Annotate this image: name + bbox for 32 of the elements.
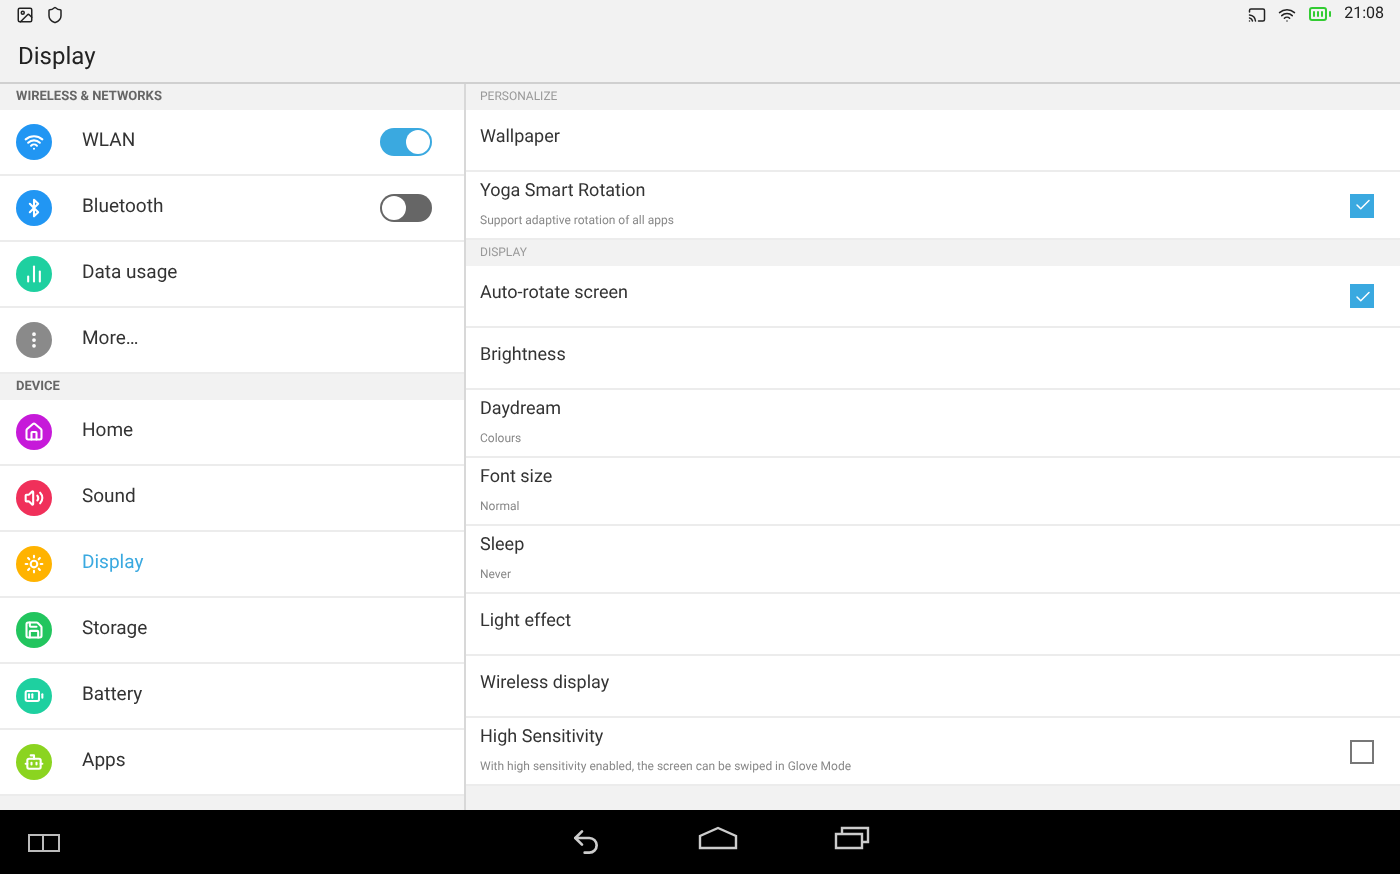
sidebar-item[interactable]: Data usage bbox=[82, 259, 178, 289]
setting-title[interactable]: High Sensitivity bbox=[480, 726, 1350, 754]
sidebar-item[interactable]: Battery bbox=[82, 681, 143, 711]
recent-apps-icon[interactable] bbox=[834, 826, 870, 850]
home-icon[interactable] bbox=[698, 826, 738, 850]
setting-title[interactable]: Sleep bbox=[480, 534, 1386, 562]
toggle-switch[interactable] bbox=[380, 194, 432, 222]
page-title: Display bbox=[18, 39, 96, 73]
sidebar-item[interactable]: Bluetooth bbox=[82, 193, 164, 223]
back-icon[interactable] bbox=[570, 826, 602, 858]
setting-title[interactable]: Daydream bbox=[480, 398, 1386, 426]
sidebar-item[interactable]: Apps bbox=[82, 747, 126, 777]
checkbox[interactable] bbox=[1350, 284, 1374, 308]
toggle-switch[interactable] bbox=[380, 128, 432, 156]
setting-title[interactable]: Yoga Smart Rotation bbox=[480, 180, 1350, 208]
wifi-signal-icon bbox=[1278, 5, 1297, 23]
battery-status-icon bbox=[1308, 2, 1333, 26]
check-icon bbox=[1353, 196, 1371, 214]
setting-title[interactable]: Font size bbox=[480, 466, 1386, 494]
cast-icon bbox=[1248, 5, 1267, 23]
sidebar-item[interactable]: Storage bbox=[82, 615, 148, 645]
sidebar-item[interactable]: More… bbox=[82, 325, 139, 355]
sidebar-item[interactable]: WLAN bbox=[82, 127, 136, 157]
checkbox[interactable] bbox=[1350, 739, 1374, 763]
clock-time: 21:08 bbox=[1344, 2, 1384, 26]
picture-icon bbox=[16, 5, 34, 23]
sidebar-item[interactable]: Home bbox=[82, 417, 134, 447]
shield-icon bbox=[46, 5, 64, 23]
split-view-icon[interactable] bbox=[28, 833, 60, 851]
sidebar-item[interactable]: Sound bbox=[82, 483, 136, 513]
checkbox[interactable] bbox=[1350, 193, 1374, 217]
check-icon bbox=[1353, 287, 1371, 305]
